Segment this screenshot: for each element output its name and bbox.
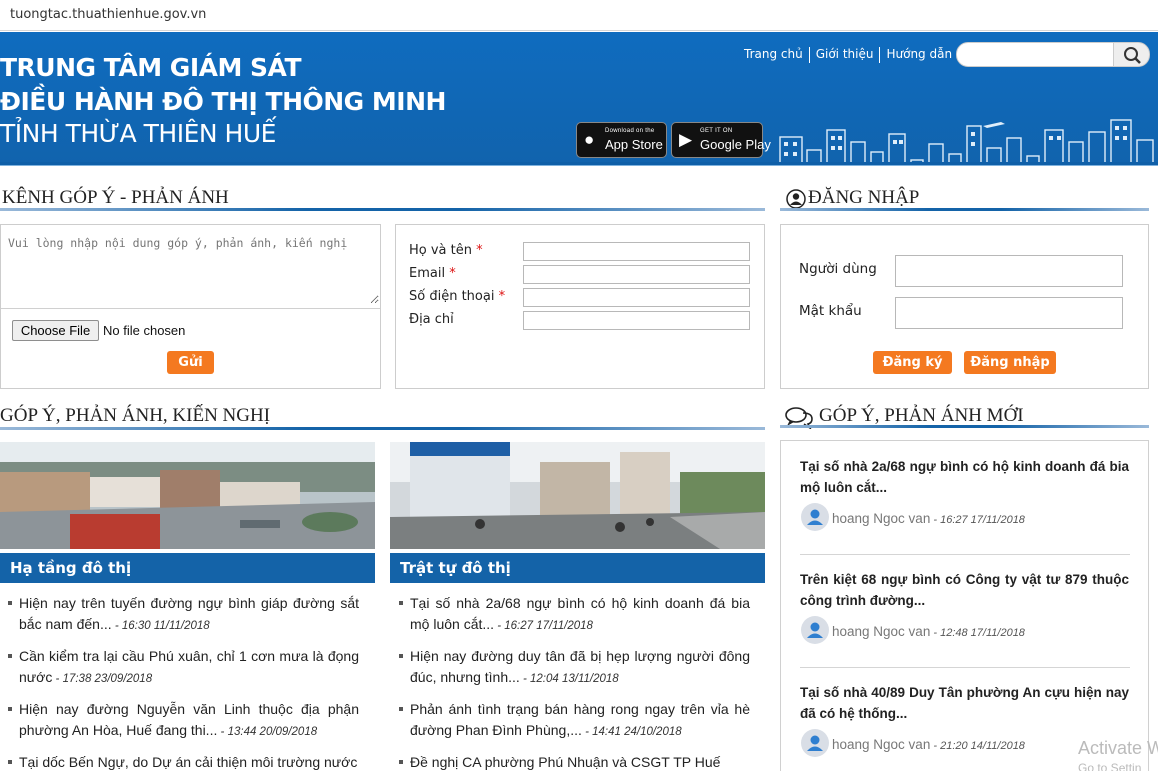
news-item[interactable]: Cần kiểm tra lại cầu Phú xuân, chỉ 1 cơn… [8,646,359,690]
newest-item-title[interactable]: Tại số nhà 2a/68 ngự bình có hộ kinh doa… [800,456,1129,498]
news-item[interactable]: Hiện nay trên tuyến đường ngự bình giáp … [8,593,359,637]
address-label: Địa chỉ [409,312,454,327]
newest-section-line [780,425,1149,428]
search-icon [1124,47,1141,64]
play-icon: ▶ [679,130,693,149]
newest-item-title[interactable]: Tại số nhà 40/89 Duy Tân phường An cựu h… [800,682,1129,724]
login-button[interactable]: Đăng nhập [964,351,1056,374]
app-store-button[interactable]: ● Download on the App Store [576,122,667,158]
register-button[interactable]: Đăng ký [873,351,952,374]
news-item[interactable]: Tại số nhà 2a/68 ngự bình có hộ kinh doa… [399,593,750,637]
avatar [801,729,829,757]
news-item[interactable]: Tại dốc Bến Ngự, do Dự án cải thiện môi … [8,752,359,771]
fullname-input[interactable] [523,242,750,261]
apple-icon: ● [584,130,595,149]
address-input[interactable] [523,311,750,330]
header-title-line1: TRUNG TÂM GIÁM SÁT [0,53,302,82]
password-input[interactable] [895,297,1123,329]
username-label: Người dùng [799,261,877,277]
nav-home[interactable]: Trang chủ [744,47,810,63]
choose-file-button[interactable]: Choose File [12,320,99,341]
email-label: Email * [409,266,456,281]
urban-order-photo[interactable] [390,442,765,549]
avatar [801,503,829,531]
nav-guide[interactable]: Hướng dẫn [880,47,958,63]
activate-windows-watermark: Activate W [1078,738,1158,758]
news-item[interactable]: Phản ánh tình trạng bán hàng rong ngay t… [399,699,750,743]
send-button[interactable]: Gửi [167,351,214,374]
activate-windows-subtext: Go to Settin [1078,761,1142,771]
user-icon [786,189,806,209]
password-label: Mật khẩu [799,303,862,319]
newest-item-meta: hoang Ngoc van - 21:20 14/11/2018 [832,737,1025,752]
infrastructure-photo[interactable] [0,442,375,549]
feedback-textarea[interactable] [2,226,379,304]
user-avatar-icon [807,622,823,638]
news-item[interactable]: Hiện nay đường duy tân đã bị hẹp lượng n… [399,646,750,690]
header-title-line2: ĐIỀU HÀNH ĐÔ THỊ THÔNG MINH [0,87,446,116]
avatar [801,616,829,644]
search-box [956,42,1150,67]
header-title-line3: TỈNH THỪA THIÊN HUẾ [0,119,276,148]
newest-divider [800,667,1130,668]
feedback-section-title: KÊNH GÓP Ý - PHẢN ÁNH [2,187,229,208]
search-input[interactable] [956,42,1114,67]
google-play-button[interactable]: ▶ GET IT ON Google Play [671,122,771,158]
phone-input[interactable] [523,288,750,307]
browser-url-bar[interactable]: tuongtac.thuathienhue.gov.vn [0,0,1158,31]
file-status: No file chosen [103,323,186,338]
fullname-label: Họ và tên * [409,243,483,258]
news-item[interactable]: Đề nghị CA phường Phú Nhuận và CSGT TP H… [399,752,750,771]
url-text[interactable]: tuongtac.thuathienhue.gov.vn [10,7,206,22]
login-section-line [780,208,1149,211]
newest-section-title: GÓP Ý, PHẢN ÁNH MỚI [819,405,1024,426]
newest-item-meta: hoang Ngoc van - 12:48 17/11/2018 [832,624,1025,639]
search-button[interactable] [1113,42,1150,67]
categories-section-title: GÓP Ý, PHẢN ÁNH, KIẾN NGHỊ [0,405,271,426]
user-avatar-icon [807,735,823,751]
username-input[interactable] [895,255,1123,287]
phone-label: Số điện thoại * [409,289,506,304]
news-item[interactable]: Hiện nay đường Nguyễn văn Linh thuộc địa… [8,699,359,743]
login-section-title: ĐĂNG NHẬP [808,187,920,208]
newest-item-title[interactable]: Trên kiệt 68 ngự bình có Công ty vật tư … [800,569,1129,611]
category-infrastructure-header[interactable]: Hạ tầng đô thị [0,553,375,583]
header-divider [0,162,1158,166]
newest-item-meta: hoang Ngoc van - 16:27 17/11/2018 [832,511,1025,526]
categories-section-line [0,427,765,430]
user-avatar-icon [807,509,823,525]
newest-divider [800,554,1130,555]
category-urban-order-header[interactable]: Trật tự đô thị [390,553,765,583]
nav-about[interactable]: Giới thiệu [810,47,881,63]
feedback-box-divider [1,308,380,309]
email-input[interactable] [523,265,750,284]
city-skyline-illustration [779,119,1154,164]
feedback-section-line [0,208,765,211]
top-navigation: Trang chủ Giới thiệu Hướng dẫn [744,47,958,63]
